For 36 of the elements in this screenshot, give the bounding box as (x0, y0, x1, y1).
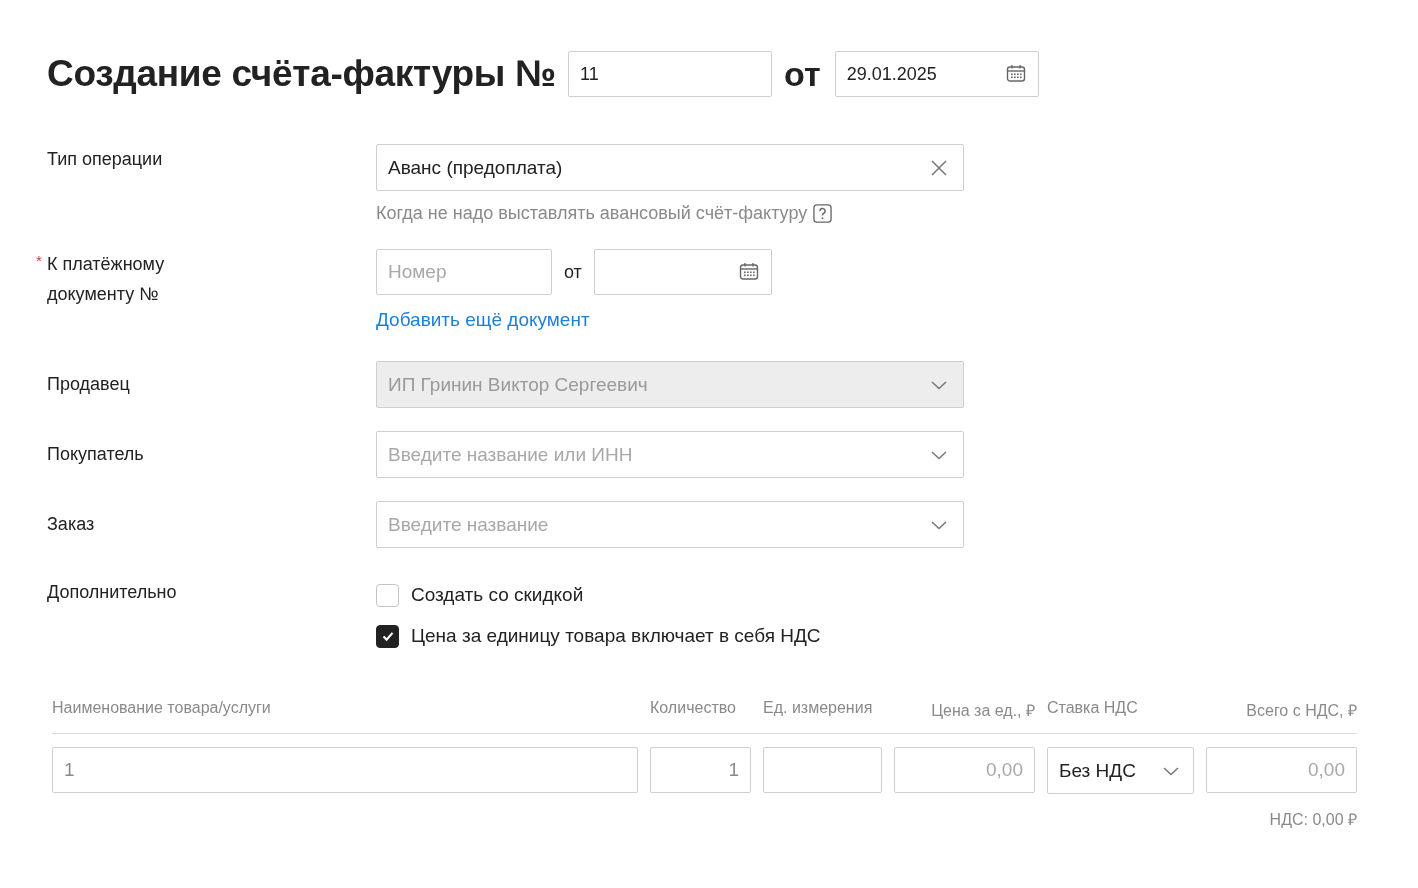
from-label: от (564, 261, 582, 283)
page-title: Создание счёта-фактуры № (47, 53, 557, 95)
column-header: Ед. измерения (763, 699, 874, 718)
table-input[interactable]: 0,00 (894, 747, 1035, 793)
field-label: Дополнительно (47, 581, 177, 604)
add-document-link[interactable]: Добавить ещё документ (376, 309, 590, 330)
calendar-icon[interactable] (1005, 64, 1026, 84)
field-label: К платёжному документу № (47, 253, 166, 306)
vat-rate-select[interactable]: Без НДС (1047, 747, 1194, 794)
checkbox[interactable] (376, 624, 399, 648)
document-number-field[interactable]: Номер (376, 249, 552, 295)
table-input[interactable] (763, 747, 882, 793)
field-label: Продавец (47, 373, 131, 396)
table-input[interactable]: 1 (650, 747, 751, 793)
column-header: Количество (650, 699, 737, 718)
help-icon[interactable] (813, 204, 833, 223)
date-field[interactable] (593, 249, 772, 295)
clear-icon[interactable] (929, 157, 949, 178)
checkbox-label[interactable]: Создать со скидкой (411, 584, 584, 606)
checkbox-label[interactable]: Цена за единицу товара включает в себя НДС (411, 625, 821, 647)
hint-text: Когда не надо выставлять авансовый счёт-фактуру (376, 203, 808, 224)
column-header: Наименование товара/услуги (52, 699, 272, 718)
from-label: от (784, 54, 821, 94)
invoice-number-field[interactable]: 11 (568, 51, 773, 97)
table-input[interactable]: 0,00 (1206, 747, 1357, 793)
date-field[interactable]: 29.01.2025 (834, 51, 1039, 97)
field-label: Тип операции (47, 148, 164, 171)
column-header: Всего с НДС, ₽ (1245, 701, 1357, 721)
vat-total: НДС: 0,00 ₽ (1269, 810, 1357, 830)
operation-type-field[interactable]: Аванс (предоплата) (376, 144, 964, 191)
column-header: Ставка НДС (1047, 699, 1139, 718)
calendar-icon[interactable] (738, 262, 759, 282)
field-label: Покупатель (47, 443, 145, 466)
required-mark: * (36, 251, 42, 271)
field-label: Заказ (47, 513, 96, 536)
column-header: Цена за ед., ₽ (930, 701, 1035, 721)
